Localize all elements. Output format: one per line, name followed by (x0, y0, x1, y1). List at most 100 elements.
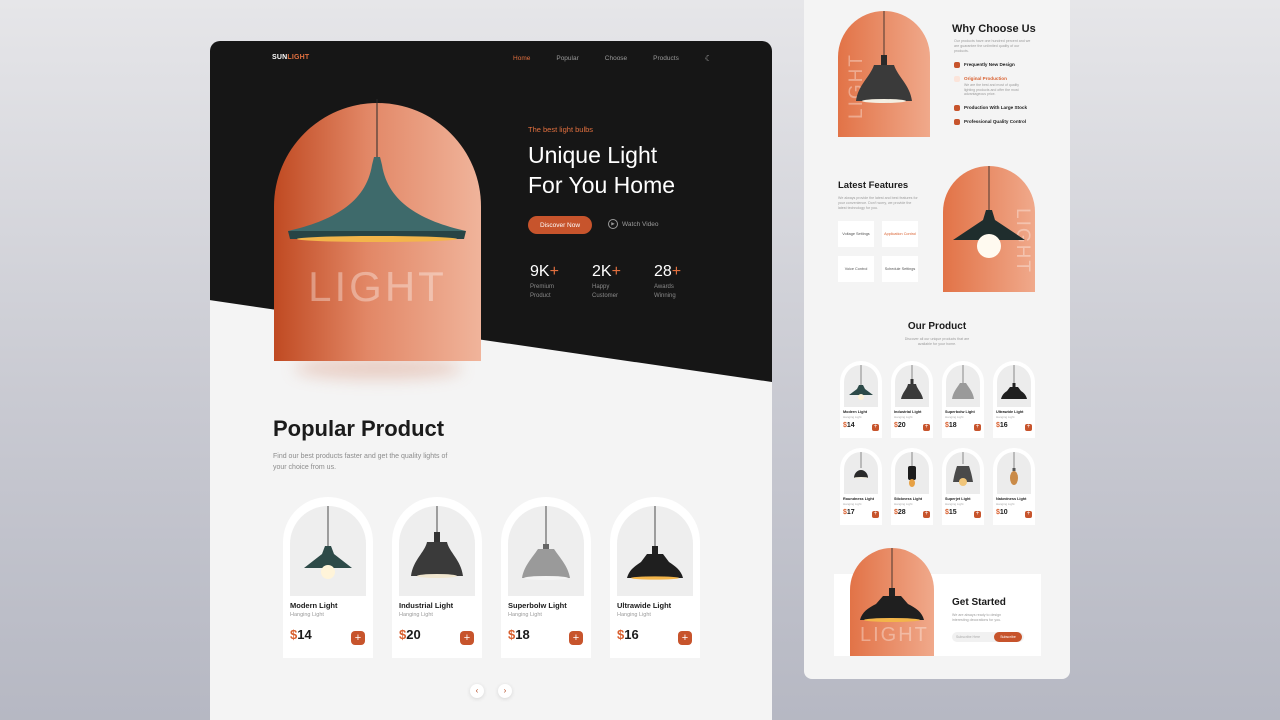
bullet-icon (954, 76, 960, 82)
lamp-image (908, 452, 916, 487)
product-name: Ultrawide Light (617, 601, 672, 610)
product-name: Superbolw Light (945, 410, 975, 414)
stat-premium-product: 9K+ Premium Product (530, 263, 564, 301)
add-to-cart-button[interactable]: + (678, 631, 692, 645)
feature-schedule-settings[interactable]: Schedule Settings (882, 256, 918, 282)
product-category: Hanging Light (290, 612, 324, 618)
bullet-icon (954, 62, 960, 68)
price-value: 15 (948, 509, 957, 516)
chevron-right-icon[interactable]: › (498, 684, 512, 698)
discover-now-button[interactable]: Discover Now (528, 216, 592, 234)
feature-voltage-settings[interactable]: Voltage Settings (838, 221, 874, 247)
card-body: Roundness Light Hanging Light $17 + (840, 494, 882, 525)
stat-label-1: Awards (654, 284, 674, 290)
secondary-page-preview: LIGHT Why Choose Us Our products have on… (804, 0, 1070, 679)
popular-product-title: Popular Product (273, 416, 445, 441)
product-card[interactable]: Industrial Light Hanging Light $20 + (392, 497, 482, 659)
moon-icon[interactable]: ☾ (705, 54, 712, 63)
our-product-title: Our Product (907, 321, 967, 332)
main-landing-page: SUNLIGHT Home Popular Choose Products ☾ … (210, 41, 772, 720)
nav-products[interactable]: Products (653, 55, 679, 62)
mini-product-card[interactable]: Industrial Light Hanging Light $20 + (891, 361, 933, 438)
why-item[interactable]: Professional Quality Control (954, 118, 1027, 125)
logo[interactable]: SUNLIGHT (272, 54, 309, 61)
mini-product-card[interactable]: Ultrawide Light Hanging Light $16 + (993, 361, 1035, 438)
why-item[interactable]: Production With Large Stock (954, 104, 1027, 111)
why-item[interactable]: Original Production We are the best and m… (954, 76, 1027, 97)
nav-links: Home Popular Choose Products ☾ (513, 54, 712, 63)
chevron-left-icon[interactable]: ‹ (470, 684, 484, 698)
stat-number: 9K+ (530, 263, 564, 281)
carousel-pager: ‹ › (470, 684, 512, 698)
add-to-cart-button[interactable]: + (569, 631, 583, 645)
subscribe-button[interactable]: Subscribe (994, 632, 1022, 642)
popular-product-description: Find our best products faster and get th… (273, 453, 448, 471)
product-category: Hanging Light (843, 415, 862, 419)
product-card[interactable]: Superbolw Light Hanging Light $18 + (501, 497, 591, 659)
bullet-icon (954, 118, 960, 125)
watch-video-button[interactable]: ▶ Watch Video (608, 219, 659, 229)
add-to-cart-button[interactable]: + (923, 424, 930, 431)
lamp-image (849, 365, 873, 400)
add-to-cart-button[interactable]: + (974, 511, 981, 518)
nav-popular[interactable]: Popular (556, 55, 578, 62)
mini-product-card[interactable]: Nakedness Light Hanging Light $10 + (993, 448, 1035, 525)
price-value: 10 (999, 509, 1008, 516)
lamp-image (854, 452, 868, 479)
add-to-cart-button[interactable]: + (872, 511, 879, 518)
stat-label: Happy Customer (592, 283, 626, 301)
product-card[interactable]: Modern Light Hanging Light $14 + (283, 497, 373, 659)
stat-number: 2K+ (592, 263, 626, 281)
hero-lamp-image (288, 99, 466, 242)
mini-product-card[interactable]: Stickness Light Hanging Light $28 + (891, 448, 933, 525)
nav-home[interactable]: Home (513, 55, 530, 62)
product-category: Hanging Light (508, 612, 542, 618)
add-to-cart-button[interactable]: + (1025, 424, 1032, 431)
price-value: 17 (846, 509, 855, 516)
get-started-description: We are always ready to design interestin… (952, 613, 1002, 622)
mini-product-card[interactable]: Modern Light Hanging Light $14 + (840, 361, 882, 438)
card-body: Superjet Light Hanging Light $15 + (942, 494, 984, 525)
why-item-text: Frequently New Design (964, 62, 1015, 67)
mini-product-card[interactable]: Superbolw Light Hanging Light $18 + (942, 361, 984, 438)
price-value: 20 (406, 627, 421, 642)
top-nav: SUNLIGHT Home Popular Choose Products ☾ (272, 54, 712, 66)
product-category: Hanging Light (843, 502, 862, 506)
price-value: 16 (624, 627, 639, 642)
stat-label-2: Customer (592, 293, 619, 299)
product-category: Hanging Light (996, 502, 1015, 506)
lamp-image (953, 452, 973, 486)
why-arch: LIGHT (838, 11, 930, 137)
lamp-image (411, 506, 463, 578)
card-image-area (895, 365, 929, 407)
why-item[interactable]: Frequently New Design (954, 62, 1027, 68)
stat-label: Awards Winning (654, 283, 688, 301)
product-category: Hanging Light (399, 612, 433, 618)
product-category: Hanging Light (945, 415, 964, 419)
price-value: 18 (515, 627, 530, 642)
product-card[interactable]: Ultrawide Light Hanging Light $16 + (610, 497, 700, 659)
feature-application-control[interactable]: Application Control (882, 221, 918, 247)
add-to-cart-button[interactable]: + (923, 511, 930, 518)
mini-product-card[interactable]: Superjet Light Hanging Light $15 + (942, 448, 984, 525)
add-to-cart-button[interactable]: + (1025, 511, 1032, 518)
nav-choose[interactable]: Choose (605, 55, 627, 62)
why-choose-us-description: Our products have one hundred percent an… (954, 39, 1031, 53)
price-value: 18 (948, 422, 957, 429)
card-image-area (997, 365, 1031, 407)
product-name: Industrial Light (894, 410, 922, 414)
mini-product-card[interactable]: Roundness Light Hanging Light $17 + (840, 448, 882, 525)
stat-plus: + (671, 263, 682, 280)
hero-headline: Unique Light For You Home (528, 140, 758, 200)
add-to-cart-button[interactable]: + (872, 424, 879, 431)
get-started-arch: LIGHT (850, 548, 934, 656)
add-to-cart-button[interactable]: + (974, 424, 981, 431)
feature-voice-control[interactable]: Voice Control (838, 256, 874, 282)
add-to-cart-button[interactable]: + (460, 631, 474, 645)
add-to-cart-button[interactable]: + (351, 631, 365, 645)
headline-line-2: For You Home (528, 172, 676, 198)
product-category: Hanging Light (996, 415, 1015, 419)
stat-number: 28+ (654, 263, 688, 281)
product-price: $28 (894, 509, 906, 516)
stat-plus: + (549, 263, 559, 280)
